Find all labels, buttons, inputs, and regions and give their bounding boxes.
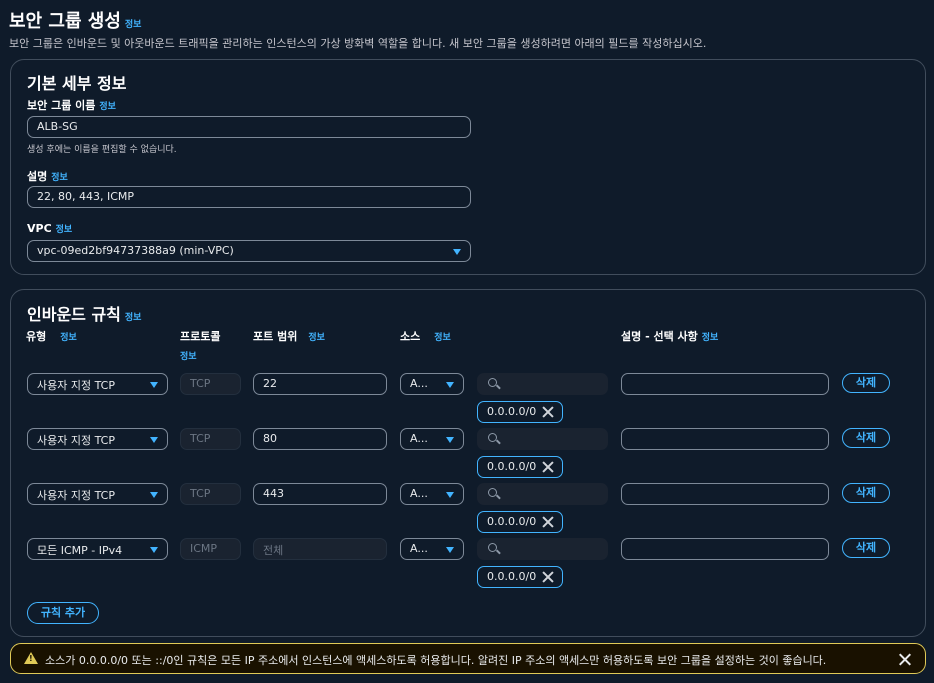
search-icon: [488, 378, 497, 387]
rule-type-select[interactable]: 모든 ICMP - IPv4: [27, 538, 168, 560]
rule-source-search-input[interactable]: [477, 428, 608, 450]
search-icon: [488, 433, 497, 442]
caret-down-icon: [150, 492, 158, 498]
delete-rule-button[interactable]: 삭제: [842, 428, 890, 448]
basic-details-title: 기본 세부 정보: [27, 74, 127, 93]
column-header-description: 설명 - 선택 사항 정보: [621, 330, 719, 343]
rule-type-select[interactable]: 사용자 지정 TCP: [27, 373, 168, 395]
rule-description-input[interactable]: [621, 538, 829, 560]
warning-alert-text: 소스가 0.0.0.0/0 또는 ::/0인 규칙은 모든 IP 주소에서 인스…: [45, 654, 827, 667]
rule-source-search-input[interactable]: [477, 373, 608, 395]
security-group-name-label: 보안 그룹 이름 정보: [27, 99, 116, 112]
remove-token-icon[interactable]: [542, 516, 554, 528]
remove-token-icon[interactable]: [542, 571, 554, 583]
inbound-rules-panel: 인바운드 규칙 정보 유형 정보 프로토콜 정보 포트 범위 정보 소스 정보 설명 - …: [10, 289, 926, 637]
description-info-link[interactable]: 정보: [51, 173, 68, 183]
column-header-protocol: 프로토콜 정보: [180, 330, 221, 362]
port-info-link[interactable]: 정보: [308, 333, 325, 343]
search-icon: [488, 543, 497, 552]
caret-down-icon: [446, 547, 454, 553]
source-cidr-token: 0.0.0.0/0: [477, 456, 563, 478]
rule-source-search-input[interactable]: [477, 538, 608, 560]
delete-rule-button[interactable]: 삭제: [842, 538, 890, 558]
security-group-name-input[interactable]: ALB-SG: [27, 116, 471, 138]
rule-port-range-input[interactable]: 80: [253, 428, 387, 450]
rule-source-type-select[interactable]: A...: [400, 428, 464, 450]
rule-source-search-input[interactable]: [477, 483, 608, 505]
rule-description-input[interactable]: [621, 373, 829, 395]
caret-down-icon: [453, 249, 461, 255]
rule-description-input[interactable]: [621, 428, 829, 450]
column-header-type: 유형 정보: [26, 330, 77, 343]
rule-type-select[interactable]: 사용자 지정 TCP: [27, 428, 168, 450]
vpc-select-value: vpc-09ed2bf94737388a9 (min-VPC): [37, 244, 234, 257]
warning-icon: !: [24, 652, 38, 664]
rule-type-select[interactable]: 사용자 지정 TCP: [27, 483, 168, 505]
rule-description-input[interactable]: [621, 483, 829, 505]
rule-source-type-select[interactable]: A...: [400, 538, 464, 560]
source-cidr-token: 0.0.0.0/0: [477, 401, 563, 423]
caret-down-icon: [446, 382, 454, 388]
caret-down-icon: [150, 547, 158, 553]
vpc-label: VPC 정보: [27, 222, 73, 235]
source-cidr-token: 0.0.0.0/0: [477, 511, 563, 533]
column-header-port-range: 포트 범위 정보: [253, 330, 325, 343]
basic-details-panel: 기본 세부 정보 보안 그룹 이름 정보 ALB-SG 생성 후에는 이름을 편집…: [10, 59, 926, 275]
source-info-link[interactable]: 정보: [434, 333, 451, 343]
page-description: 보안 그룹은 인바운드 및 아웃바운드 트래픽을 관리하는 인스턴스의 가상 방…: [9, 37, 707, 50]
protocol-info-link[interactable]: 정보: [180, 352, 197, 362]
caret-down-icon: [446, 437, 454, 443]
description-input[interactable]: 22, 80, 443, ICMP: [27, 186, 471, 208]
rule-port-range-input[interactable]: 443: [253, 483, 387, 505]
inbound-rules-title: 인바운드 규칙 정보: [27, 305, 142, 324]
info-link[interactable]: 정보: [125, 20, 142, 30]
rule-port-range-input[interactable]: 22: [253, 373, 387, 395]
rule-protocol-field: TCP: [180, 483, 241, 505]
add-rule-button[interactable]: 규칙 추가: [27, 602, 99, 624]
rule-source-type-select[interactable]: A...: [400, 483, 464, 505]
caret-down-icon: [150, 437, 158, 443]
description-column-info-link[interactable]: 정보: [702, 333, 719, 343]
caret-down-icon: [446, 492, 454, 498]
page-title: 보안 그룹 생성 정보: [9, 11, 142, 32]
delete-rule-button[interactable]: 삭제: [842, 373, 890, 393]
rule-source-type-select[interactable]: A...: [400, 373, 464, 395]
caret-down-icon: [150, 382, 158, 388]
inbound-info-link[interactable]: 정보: [125, 313, 142, 323]
column-header-source: 소스 정보: [400, 330, 451, 343]
security-group-create-page: 보안 그룹 생성 정보 보안 그룹은 인바운드 및 아웃바운드 트래픽을 관리하는…: [0, 0, 934, 683]
close-icon[interactable]: [899, 653, 911, 665]
vpc-info-link[interactable]: 정보: [56, 225, 73, 235]
name-hint: 생성 후에는 이름을 편집할 수 없습니다.: [27, 145, 177, 155]
delete-rule-button[interactable]: 삭제: [842, 483, 890, 503]
rule-protocol-field: TCP: [180, 373, 241, 395]
name-info-link[interactable]: 정보: [99, 102, 116, 112]
source-cidr-token: 0.0.0.0/0: [477, 566, 563, 588]
warning-alert: ! 소스가 0.0.0.0/0 또는 ::/0인 규칙은 모든 IP 주소에서 …: [10, 643, 926, 674]
type-info-link[interactable]: 정보: [60, 333, 77, 343]
description-label: 설명 정보: [27, 170, 68, 183]
search-icon: [488, 488, 497, 497]
rule-protocol-field: ICMP: [180, 538, 241, 560]
rule-port-range-input: 전체: [253, 538, 387, 560]
remove-token-icon[interactable]: [542, 461, 554, 473]
remove-token-icon[interactable]: [542, 406, 554, 418]
vpc-select[interactable]: vpc-09ed2bf94737388a9 (min-VPC): [27, 240, 471, 262]
rule-protocol-field: TCP: [180, 428, 241, 450]
